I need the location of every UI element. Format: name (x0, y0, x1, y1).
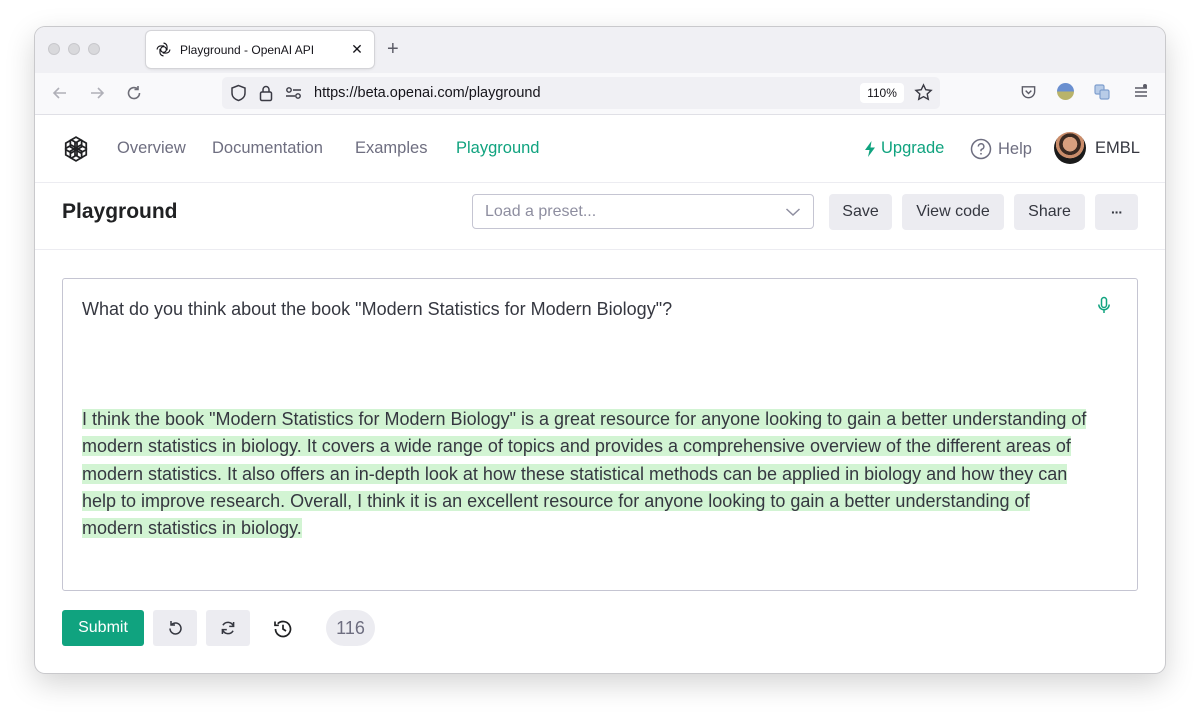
view-code-button[interactable]: View code (902, 194, 1004, 230)
reload-icon[interactable] (122, 81, 146, 105)
playground-toolbar: Playground Load a preset... Save View co… (35, 183, 1165, 250)
preset-placeholder: Load a preset... (485, 202, 597, 220)
help-link[interactable]: Help (970, 138, 1032, 160)
back-icon[interactable] (48, 81, 72, 105)
organization-name[interactable]: EMBL (1095, 139, 1140, 158)
help-icon (970, 138, 992, 160)
nav-playground[interactable]: Playground (456, 139, 539, 158)
completion-highlight: I think the book "Modern Statistics for … (82, 409, 1087, 539)
preset-select[interactable]: Load a preset... (472, 194, 814, 229)
permissions-icon[interactable] (285, 86, 303, 100)
nav-examples[interactable]: Examples (355, 139, 427, 158)
completion-text[interactable]: I think the book "Modern Statistics for … (82, 406, 1092, 542)
browser-navbar: https://beta.openai.com/playground 110% (35, 73, 1165, 115)
openai-favicon-icon (155, 41, 172, 58)
share-button[interactable]: Share (1014, 194, 1085, 230)
browser-tab[interactable]: Playground - OpenAI API ✕ (146, 31, 374, 68)
submit-button[interactable]: Submit (62, 610, 144, 646)
history-icon (272, 618, 294, 640)
avatar[interactable] (1054, 132, 1086, 164)
lock-icon[interactable] (258, 84, 274, 102)
pocket-icon[interactable] (1020, 84, 1037, 101)
bookmark-star-icon[interactable] (914, 83, 933, 102)
url-text[interactable]: https://beta.openai.com/playground (314, 85, 541, 101)
zoom-level[interactable]: 110% (860, 83, 904, 103)
page-title: Playground (62, 200, 178, 223)
upgrade-link[interactable]: Upgrade (863, 139, 944, 158)
new-tab-icon[interactable]: + (387, 38, 399, 61)
window-close-dot[interactable] (48, 43, 60, 55)
profile-account-icon[interactable] (1057, 83, 1074, 100)
window-zoom-dot[interactable] (88, 43, 100, 55)
openai-logo-icon[interactable] (61, 134, 91, 164)
help-label: Help (998, 139, 1032, 158)
regenerate-button[interactable] (206, 610, 250, 646)
app-header: Overview Documentation Examples Playgrou… (35, 115, 1165, 183)
more-options-button[interactable]: ··· (1095, 194, 1138, 230)
regenerate-icon (219, 619, 237, 637)
tab-close-icon[interactable]: ✕ (348, 41, 366, 59)
save-button[interactable]: Save (829, 194, 892, 230)
lightning-icon (863, 140, 877, 158)
browser-titlebar: Playground - OpenAI API ✕ + (35, 27, 1165, 73)
prompt-editor[interactable]: What do you think about the book "Modern… (62, 278, 1138, 591)
address-bar[interactable]: https://beta.openai.com/playground 110% (222, 77, 940, 109)
microphone-icon[interactable] (1097, 296, 1111, 316)
containers-icon[interactable] (1093, 83, 1111, 101)
history-button[interactable] (268, 614, 298, 644)
forward-icon[interactable] (85, 81, 109, 105)
tab-title: Playground - OpenAI API (180, 42, 315, 57)
nav-overview[interactable]: Overview (117, 139, 186, 158)
token-count-badge: 116 (326, 610, 375, 646)
undo-icon (166, 619, 184, 637)
nav-documentation[interactable]: Documentation (212, 139, 323, 158)
menu-icon[interactable] (1132, 83, 1150, 101)
undo-button[interactable] (153, 610, 197, 646)
prompt-text[interactable]: What do you think about the book "Modern… (82, 299, 672, 320)
chevron-down-icon (785, 207, 801, 217)
window-minimize-dot[interactable] (68, 43, 80, 55)
upgrade-label: Upgrade (881, 139, 945, 157)
shield-icon[interactable] (230, 84, 247, 102)
browser-window: Playground - OpenAI API ✕ + https://beta… (35, 27, 1165, 673)
